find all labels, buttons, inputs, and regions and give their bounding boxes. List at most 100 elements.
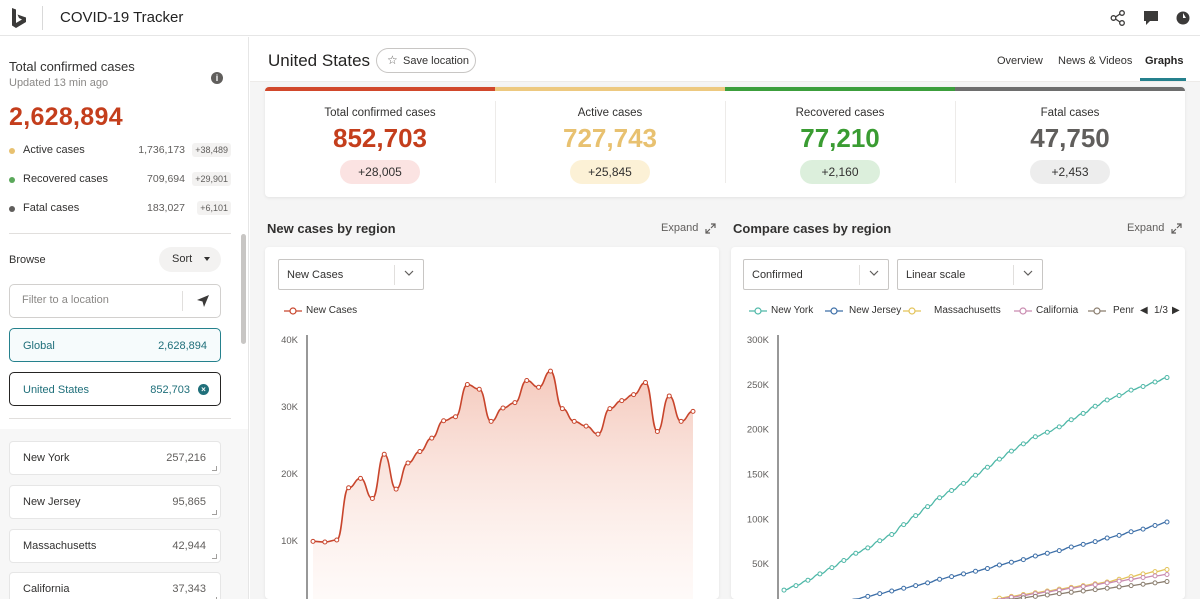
data-point bbox=[877, 591, 883, 597]
data-point bbox=[925, 580, 931, 586]
data-point bbox=[829, 565, 835, 571]
data-point bbox=[925, 504, 931, 510]
data-point bbox=[1116, 532, 1122, 538]
bing-logo-icon[interactable] bbox=[11, 7, 27, 29]
tab-graphs[interactable]: Graphs bbox=[1145, 55, 1184, 67]
dropdown-separator bbox=[859, 265, 860, 285]
data-point bbox=[666, 393, 672, 399]
list-item[interactable]: New Jersey 95,865 bbox=[9, 485, 221, 519]
data-point bbox=[1008, 448, 1014, 454]
expand-icon[interactable] bbox=[705, 223, 716, 234]
new-cases-chart[interactable]: 40K 30K 20K 10K bbox=[265, 327, 719, 599]
data-point bbox=[1056, 591, 1062, 597]
info-icon[interactable]: i bbox=[211, 72, 223, 84]
data-point bbox=[500, 405, 506, 411]
list-item[interactable]: New York 257,216 bbox=[9, 441, 221, 475]
summary-delta: +28,005 bbox=[340, 160, 420, 184]
corner-icon bbox=[212, 510, 217, 515]
y-tick-label: 100K bbox=[747, 514, 770, 525]
data-point bbox=[1056, 548, 1062, 554]
stat-value: 183,027 bbox=[147, 202, 185, 214]
sort-label: Sort bbox=[172, 253, 193, 265]
legend-marker-icon bbox=[903, 307, 921, 315]
legend-item[interactable]: Penr bbox=[1113, 305, 1134, 316]
sort-button[interactable]: Sort bbox=[159, 247, 221, 272]
data-point bbox=[984, 464, 990, 470]
data-point bbox=[1116, 578, 1122, 584]
tab-news-videos[interactable]: News & Videos bbox=[1058, 55, 1132, 67]
y-tick-label: 250K bbox=[747, 380, 770, 391]
expand-icon[interactable] bbox=[1171, 223, 1182, 234]
summary-value: 47,750 bbox=[1030, 123, 1110, 153]
data-point bbox=[524, 378, 530, 384]
save-location-button[interactable]: ☆ Save location bbox=[376, 48, 476, 73]
data-point bbox=[1140, 384, 1146, 390]
data-point bbox=[1080, 583, 1086, 589]
caret-down-icon bbox=[204, 257, 210, 261]
data-point bbox=[1140, 526, 1146, 532]
data-point bbox=[1080, 410, 1086, 416]
region-value: 257,216 bbox=[166, 452, 206, 464]
legend-item[interactable]: New York bbox=[771, 305, 813, 316]
legend-next-icon[interactable]: ▶ bbox=[1172, 305, 1180, 316]
legend-new-cases[interactable]: New Cases bbox=[306, 305, 357, 316]
chevron-down-icon bbox=[869, 270, 879, 276]
summary-label: Total confirmed cases bbox=[324, 107, 436, 119]
metric-dropdown[interactable]: New Cases bbox=[278, 259, 424, 290]
legend-item[interactable]: California bbox=[1036, 305, 1078, 316]
y-tick-label: 20K bbox=[281, 469, 299, 480]
total-confirmed-value: 2,628,894 bbox=[9, 103, 123, 131]
feedback-icon[interactable] bbox=[1142, 9, 1160, 27]
scale-dropdown[interactable]: Linear scale bbox=[897, 259, 1043, 290]
tab-overview[interactable]: Overview bbox=[997, 55, 1043, 67]
stat-delta: +6,101 bbox=[197, 201, 231, 215]
legend-marker-icon bbox=[284, 307, 302, 315]
stat-value: 709,694 bbox=[147, 173, 185, 185]
region-selected[interactable]: United States 852,703 × bbox=[9, 372, 221, 406]
case-type-dropdown[interactable]: Confirmed bbox=[743, 259, 889, 290]
summary-total: Total confirmed cases 852,703 +28,005 bbox=[265, 87, 495, 197]
legend-prev-icon[interactable]: ◀ bbox=[1140, 305, 1148, 316]
browse-label: Browse bbox=[9, 254, 46, 266]
corner-icon bbox=[212, 466, 217, 471]
data-point bbox=[1152, 573, 1158, 579]
list-item[interactable]: California 37,343 bbox=[9, 572, 221, 599]
series-line-4 bbox=[1005, 580, 1168, 599]
list-item[interactable]: Massachusetts 42,944 bbox=[9, 529, 221, 563]
y-tick-label: 150K bbox=[747, 470, 770, 481]
locate-me-icon[interactable] bbox=[196, 294, 210, 308]
data-point bbox=[1116, 392, 1122, 398]
dropdown-value: Linear scale bbox=[906, 269, 966, 281]
data-point bbox=[1044, 429, 1050, 435]
corner-icon bbox=[212, 554, 217, 559]
dropdown-separator bbox=[394, 265, 395, 285]
legend-item[interactable]: New Jersey bbox=[849, 305, 901, 316]
summary-delta: +2,453 bbox=[1030, 160, 1110, 184]
expand-right-button[interactable]: Expand bbox=[1127, 222, 1164, 234]
legend-item[interactable]: Massachusetts bbox=[934, 305, 1001, 316]
summary-value: 727,743 bbox=[563, 123, 657, 153]
total-confirmed-title: Total confirmed cases bbox=[9, 59, 135, 74]
filter-input[interactable] bbox=[22, 294, 172, 306]
data-point bbox=[1044, 592, 1050, 598]
share-icon[interactable] bbox=[1109, 9, 1127, 27]
data-point bbox=[571, 418, 577, 424]
data-point bbox=[961, 571, 967, 577]
sidebar-scrollbar[interactable] bbox=[241, 234, 246, 344]
settings-icon[interactable] bbox=[1174, 9, 1192, 27]
main-content: United States ☆ Save location Overview N… bbox=[250, 37, 1200, 599]
data-point bbox=[1152, 379, 1158, 385]
data-point bbox=[607, 406, 613, 412]
color-bar bbox=[495, 87, 725, 91]
color-bar bbox=[265, 87, 495, 91]
compare-cases-chart[interactable]: 300K 250K 200K 150K 100K 50K bbox=[731, 327, 1185, 599]
data-point bbox=[512, 400, 518, 406]
data-point bbox=[1128, 387, 1134, 393]
stat-delta: +29,901 bbox=[192, 172, 231, 186]
color-bar bbox=[725, 87, 955, 91]
clear-selection-icon[interactable]: × bbox=[198, 384, 209, 395]
region-global[interactable]: Global 2,628,894 bbox=[9, 328, 221, 362]
expand-left-button[interactable]: Expand bbox=[661, 222, 698, 234]
data-point bbox=[1032, 434, 1038, 440]
data-point bbox=[937, 576, 943, 582]
